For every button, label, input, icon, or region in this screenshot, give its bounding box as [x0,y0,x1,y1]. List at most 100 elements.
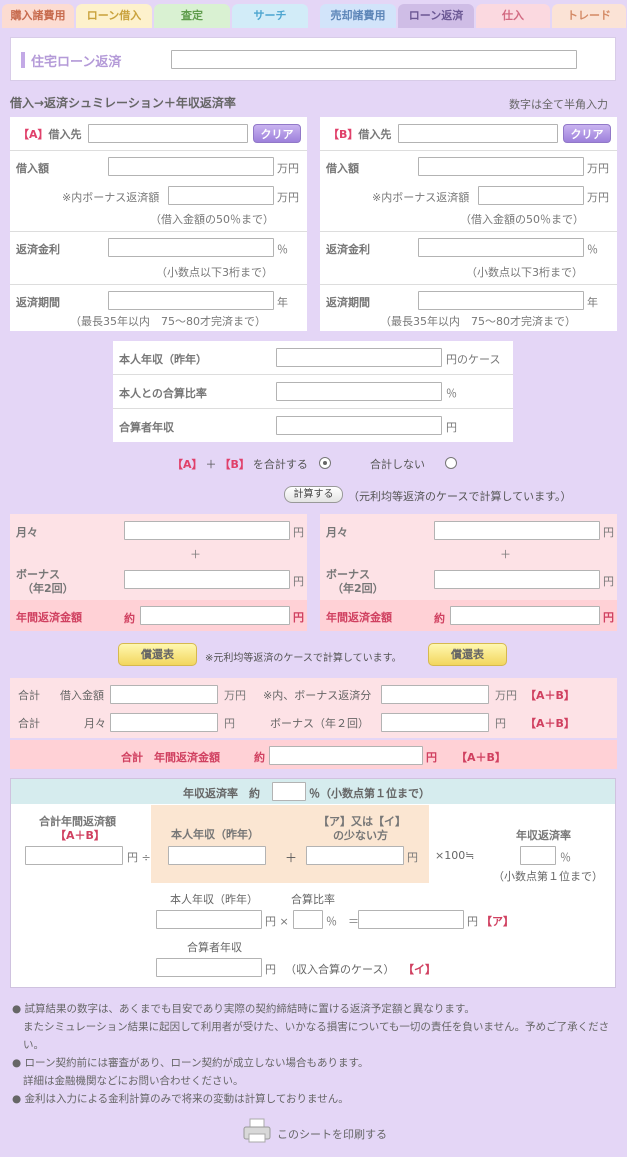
period-b-input[interactable] [418,291,584,310]
note-2: またシミュレーション結果に起因して利用者が受けた、いかなる損害についても一切の責… [12,1018,612,1054]
clear-a-button[interactable]: クリア [253,124,301,143]
bonus-b-unit: 万円 [587,191,609,204]
bonus-res-b-sub: （年2回） [332,582,384,595]
ratio-label: 本人との合算比率 [119,387,207,400]
subtitle: 借入→返済シュミレーション＋年収返済率 [10,96,236,110]
loan-a-tag: 【A】 [18,128,49,141]
times100: ×100≒ [435,849,475,862]
totals-panel: 合計 借入金額 万円 ※内、ボーナス返済分 万円 【A＋B】 合計 月々 円 ボ… [10,678,617,738]
monthly-a-output [124,521,290,540]
amount-b-input[interactable] [418,157,584,176]
disclaimer-notes: ● 試算結果の数字は、あくまでも目安であり実際の契約締結時に置ける返済予定額と異… [12,1000,612,1108]
ratio-header: 年収返済率 約 ％（小数点第１位まで） [11,779,615,804]
bonus-a-note: （借入金額の50％まで） [150,213,274,226]
tab-appraisal[interactable]: 査定 [154,4,230,28]
loan-b-panel: 【B】借入先 クリア 借入額 万円 ※内ボーナス返済額 万円 （借入金額の50％… [320,117,617,331]
note-3-text: ローン契約前には審査があり、ローン契約が成立しない場合もあります。 [24,1057,369,1069]
total-bonus-twice-output [381,713,489,732]
tab-sale-costs[interactable]: 売却諸費用 [320,4,396,28]
rate-a-input[interactable] [108,238,274,257]
bonus-a-label: ※内ボーナス返済額 [62,191,160,204]
calc-note: （元利均等返済のケースで計算しています。） [348,490,572,503]
note-4-text: 詳細は金融機関などにお問い合わせください。 [23,1075,244,1087]
result-a-panel: 月々 円 ＋ ボーナス （年2回） 円 [10,514,307,600]
printer-icon [243,1118,271,1143]
annual-b-output [450,606,600,625]
total-annual-output [269,746,423,765]
rate-title: 年収返済率 [516,829,571,842]
rate-unit: ％ [560,851,571,864]
amount-a-label: 借入額 [16,162,49,175]
title-input[interactable] [171,50,577,69]
amount-a-unit: 万円 [277,162,299,175]
ratio-unit: ％ [446,387,457,400]
annual-a-approx: 約 [124,612,135,625]
partner-income-input[interactable] [276,416,442,435]
rate-a-unit: ％ [277,243,288,256]
period-a-note: （最長35年以内 75〜80才完済まで） [70,315,266,328]
rate-b-input[interactable] [418,238,584,257]
combine-b-tag: 【B】 [219,458,250,471]
rate-a-label: 返済金利 [16,243,60,256]
bonus-b-input[interactable] [478,186,584,205]
clear-b-button[interactable]: クリア [563,124,611,143]
total-ab-tag-1: 【A＋B】 [525,689,575,702]
bonus-a-unit: 万円 [277,191,299,204]
income-ratio-panel: 年収返済率 約 ％（小数点第１位まで） 合計年間返済額 【A＋B】 円 ÷ 本人… [10,778,616,988]
partner-case: （収入合算のケース） [285,963,395,976]
tab-trade[interactable]: トレード [552,4,626,28]
merge-ratio-label: 合算比率 [291,893,335,906]
combine-plus: ＋ [205,458,217,471]
amount-a-input[interactable] [108,157,274,176]
calculate-button[interactable]: 計算する [284,486,343,503]
total-monthly-output [110,713,218,732]
total-loan-unit: 万円 [224,689,246,702]
tab-purchase-costs[interactable]: 購入諸費用 [2,4,74,28]
ratio-input[interactable] [276,382,442,401]
note-1: ● 試算結果の数字は、あくまでも目安であり実際の契約締結時に置ける返済予定額と異… [12,1003,475,1015]
monthly-a-unit: 円 [293,526,304,539]
no-combine-radio[interactable] [445,457,457,469]
print-button[interactable]: このシートを印刷する [242,1118,392,1144]
tab-purchase[interactable]: 仕入 [476,4,550,28]
print-label: このシートを印刷する [277,1128,387,1141]
plus-a: ＋ [190,548,201,561]
bonus-res-b-output [434,570,600,589]
a-output [358,910,464,929]
ai-output [306,846,404,865]
annual-a-row: 年間返済金額 約 円 [10,600,307,631]
ratio-head-unit: ％（小数点第１位まで） [309,787,430,800]
total-annual-unit: 円 [426,751,437,764]
bonus-b-label: ※内ボーナス返済額 [372,191,470,204]
bonus-res-a-unit: 円 [293,575,304,588]
period-a-label: 返済期間 [16,296,60,309]
period-b-note: （最長35年以内 75〜80才完済まで） [380,315,576,328]
tab-loan-borrow[interactable]: ローン借入 [76,4,152,28]
combine-radio[interactable] [319,457,331,469]
ratio-head-label: 年収返済率 約 [183,787,260,800]
lender-b-input[interactable] [398,124,558,143]
schedule-b-button[interactable]: 償還表 [428,643,507,666]
self-income-input[interactable] [276,348,442,367]
ai-unit: 円 [407,851,418,864]
a-unit: 円 [467,915,478,928]
total-sum-label-2: 合計 [18,717,40,730]
partner-output [156,958,262,977]
schedule-a-button[interactable]: 償還表 [118,643,197,666]
annual-b-approx: 約 [434,612,445,625]
lender-a-input[interactable] [88,124,248,143]
tab-search[interactable]: サーチ [232,4,308,28]
total-loan-output [110,685,218,704]
period-b-unit: 年 [587,296,598,309]
monthly-b-output [434,521,600,540]
bonus-a-input[interactable] [168,186,274,205]
sum-annual-ab: 【A＋B】 [55,829,105,842]
rate-b-unit: ％ [587,243,598,256]
tab-loan-repay[interactable]: ローン返済 [398,4,474,28]
self-income2-output [156,910,262,929]
period-a-input[interactable] [108,291,274,310]
bonus-b-note: （借入金額の50％まで） [460,213,584,226]
title-accent [21,52,25,68]
total-sum-label: 合計 [18,689,40,702]
result-b-panel: 月々 円 ＋ ボーナス （年2回） 円 [320,514,617,600]
